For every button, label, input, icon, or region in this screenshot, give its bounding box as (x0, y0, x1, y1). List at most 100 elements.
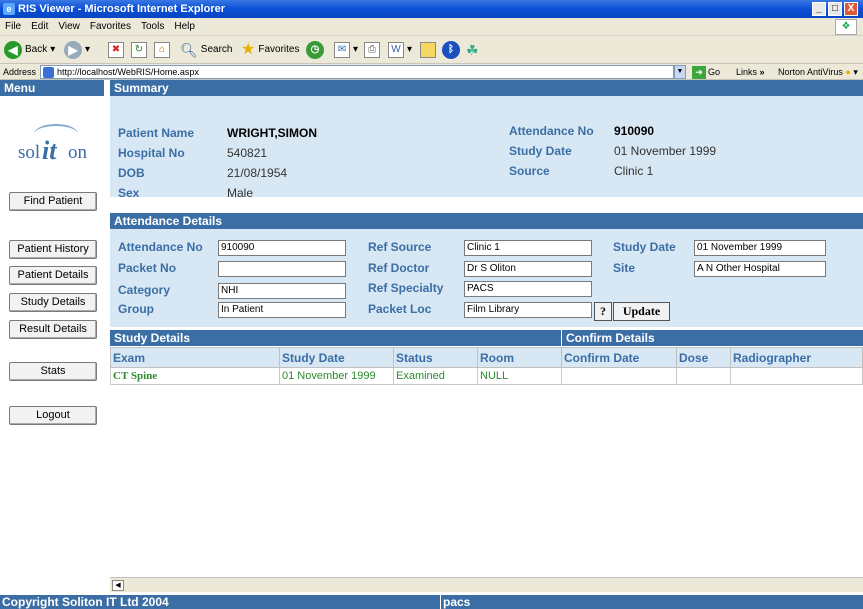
study-details-button[interactable]: Study Details (9, 293, 97, 312)
footer-bar: Copyright Soliton IT Ltd 2004 pacs (0, 595, 863, 609)
go-arrow-icon: ➜ (692, 65, 706, 79)
menu-edit[interactable]: Edit (26, 18, 53, 36)
horizontal-scrollbar[interactable]: ◀ (110, 577, 863, 592)
attendance-header: Attendance Details (110, 213, 863, 229)
update-button[interactable]: Update (613, 302, 670, 321)
close-button[interactable]: X (844, 2, 858, 16)
ref-source-label: Ref Source (368, 240, 432, 254)
ref-doctor-label: Ref Doctor (368, 261, 430, 275)
table-row[interactable]: CT Spine 01 November 1999 Examined NULL (110, 367, 863, 385)
menu-header: Menu (0, 80, 104, 96)
status-cell: Examined (393, 367, 478, 385)
ref-source-field[interactable]: Clinic 1 (464, 240, 592, 256)
scroll-left-icon[interactable]: ◀ (112, 580, 124, 591)
exam-cell[interactable]: CT Spine (110, 367, 280, 385)
ie-icon: e (3, 3, 15, 15)
confirm-details-header: Confirm Details (561, 330, 863, 346)
summary-study-date-label: Study Date (509, 144, 572, 158)
bluetooth-icon[interactable]: ᛒ (442, 41, 460, 59)
study-date-field[interactable]: 01 November 1999 (694, 240, 826, 256)
history-icon[interactable]: ◷ (306, 41, 324, 59)
category-label: Category (118, 283, 171, 297)
discuss-icon[interactable] (420, 42, 436, 58)
window-title: RIS Viewer - Microsoft Internet Explorer (18, 3, 226, 15)
refresh-icon[interactable]: ↻ (131, 42, 147, 58)
room-cell: NULL (477, 367, 562, 385)
back-dropdown-icon[interactable]: ▾ (50, 39, 55, 61)
page-content: Menu Summary sol it on Find Patient Pati… (0, 80, 863, 595)
logout-button[interactable]: Logout (9, 406, 97, 425)
address-url: http://localhost/WebRIS/Home.aspx (57, 67, 199, 77)
edit-dropdown-icon[interactable]: ▾ (407, 39, 412, 61)
forward-dropdown-icon[interactable]: ▾ (85, 39, 90, 61)
messenger-icon[interactable]: ☘ (466, 39, 479, 61)
go-button[interactable]: ➜ Go (692, 64, 720, 80)
menu-tools[interactable]: Tools (136, 18, 169, 36)
links-button[interactable]: Links » (736, 64, 765, 80)
favorites-button[interactable]: ★ Favorites (241, 39, 299, 61)
ref-doctor-field[interactable]: Dr S Oliton (464, 261, 592, 277)
forward-button[interactable]: ▶ ▾ (64, 39, 90, 61)
dose-cell (676, 367, 731, 385)
col-room: Room (477, 347, 562, 368)
packet-loc-help-button[interactable]: ? (594, 302, 612, 321)
page-icon (43, 67, 54, 78)
search-icon: 🔍︎ (180, 42, 198, 58)
stats-button[interactable]: Stats (9, 362, 97, 381)
menu-file[interactable]: File (0, 18, 26, 36)
group-label: Group (118, 302, 154, 316)
window-titlebar: e RIS Viewer - Microsoft Internet Explor… (0, 0, 863, 18)
address-bar: Address http://localhost/WebRIS/Home.asp… (0, 64, 863, 80)
print-icon[interactable]: ⎙ (364, 42, 380, 58)
home-icon[interactable]: ⌂ (154, 42, 170, 58)
result-details-button[interactable]: Result Details (9, 320, 97, 339)
dob-value: 21/08/1954 (227, 166, 288, 180)
minimize-button[interactable]: _ (812, 2, 826, 16)
windows-flag-icon: ❖ (835, 19, 857, 35)
current-user: pacs (440, 595, 470, 609)
source-value: Clinic 1 (614, 164, 654, 178)
back-button[interactable]: ◀ Back ▾ (4, 39, 55, 61)
packet-no-label: Packet No (118, 261, 177, 275)
copyright-text: Copyright Soliton IT Ltd 2004 (2, 595, 169, 609)
search-button[interactable]: 🔍︎ Search (180, 39, 232, 61)
norton-icon: ● (845, 67, 851, 77)
sex-label: Sex (118, 186, 140, 200)
maximize-button[interactable]: □ (828, 2, 842, 16)
back-arrow-icon: ◀ (4, 41, 22, 59)
dob-label: DOB (118, 166, 145, 180)
links-chevron-icon: » (759, 67, 765, 77)
menu-favorites[interactable]: Favorites (85, 18, 136, 36)
packet-loc-field[interactable]: Film Library (464, 302, 592, 318)
group-field[interactable]: In Patient (218, 302, 346, 318)
find-patient-button[interactable]: Find Patient (9, 192, 97, 211)
col-exam: Exam (110, 347, 280, 368)
category-field[interactable]: NHI (218, 283, 346, 299)
menu-view[interactable]: View (53, 18, 85, 36)
sex-value: Male (227, 186, 254, 200)
site-field[interactable]: A N Other Hospital (694, 261, 826, 277)
menu-help[interactable]: Help (169, 18, 200, 36)
stop-icon[interactable]: ✖ (108, 42, 124, 58)
att-study-date-label: Study Date (613, 240, 676, 254)
hospital-no-label: Hospital No (118, 146, 185, 160)
packet-no-field[interactable] (218, 261, 346, 277)
mail-dropdown-icon[interactable]: ▾ (353, 39, 358, 61)
address-label: Address (3, 67, 37, 77)
edit-icon[interactable]: W (388, 42, 404, 58)
radiographer-cell (730, 367, 863, 385)
attendance-no-field[interactable]: 910090 (218, 240, 346, 256)
mail-icon[interactable]: ✉ (334, 42, 350, 58)
address-input[interactable]: http://localhost/WebRIS/Home.aspx (40, 65, 674, 79)
patient-details-button[interactable]: Patient Details (9, 266, 97, 285)
ref-specialty-field[interactable]: PACS (464, 281, 592, 297)
patient-history-button[interactable]: Patient History (9, 240, 97, 259)
summary-attendance-no-label: Attendance No (509, 124, 594, 138)
summary-attendance-no-value: 910090 (614, 124, 655, 138)
address-dropdown-icon[interactable]: ▼ (674, 65, 686, 79)
forward-arrow-icon: ▶ (64, 41, 82, 59)
hospital-no-value: 540821 (227, 146, 268, 160)
norton-dropdown-icon[interactable]: ▾ (853, 67, 858, 77)
summary-panel (110, 96, 863, 197)
norton-antivirus-button[interactable]: Norton AntiVirus ● ▾ (778, 64, 858, 80)
